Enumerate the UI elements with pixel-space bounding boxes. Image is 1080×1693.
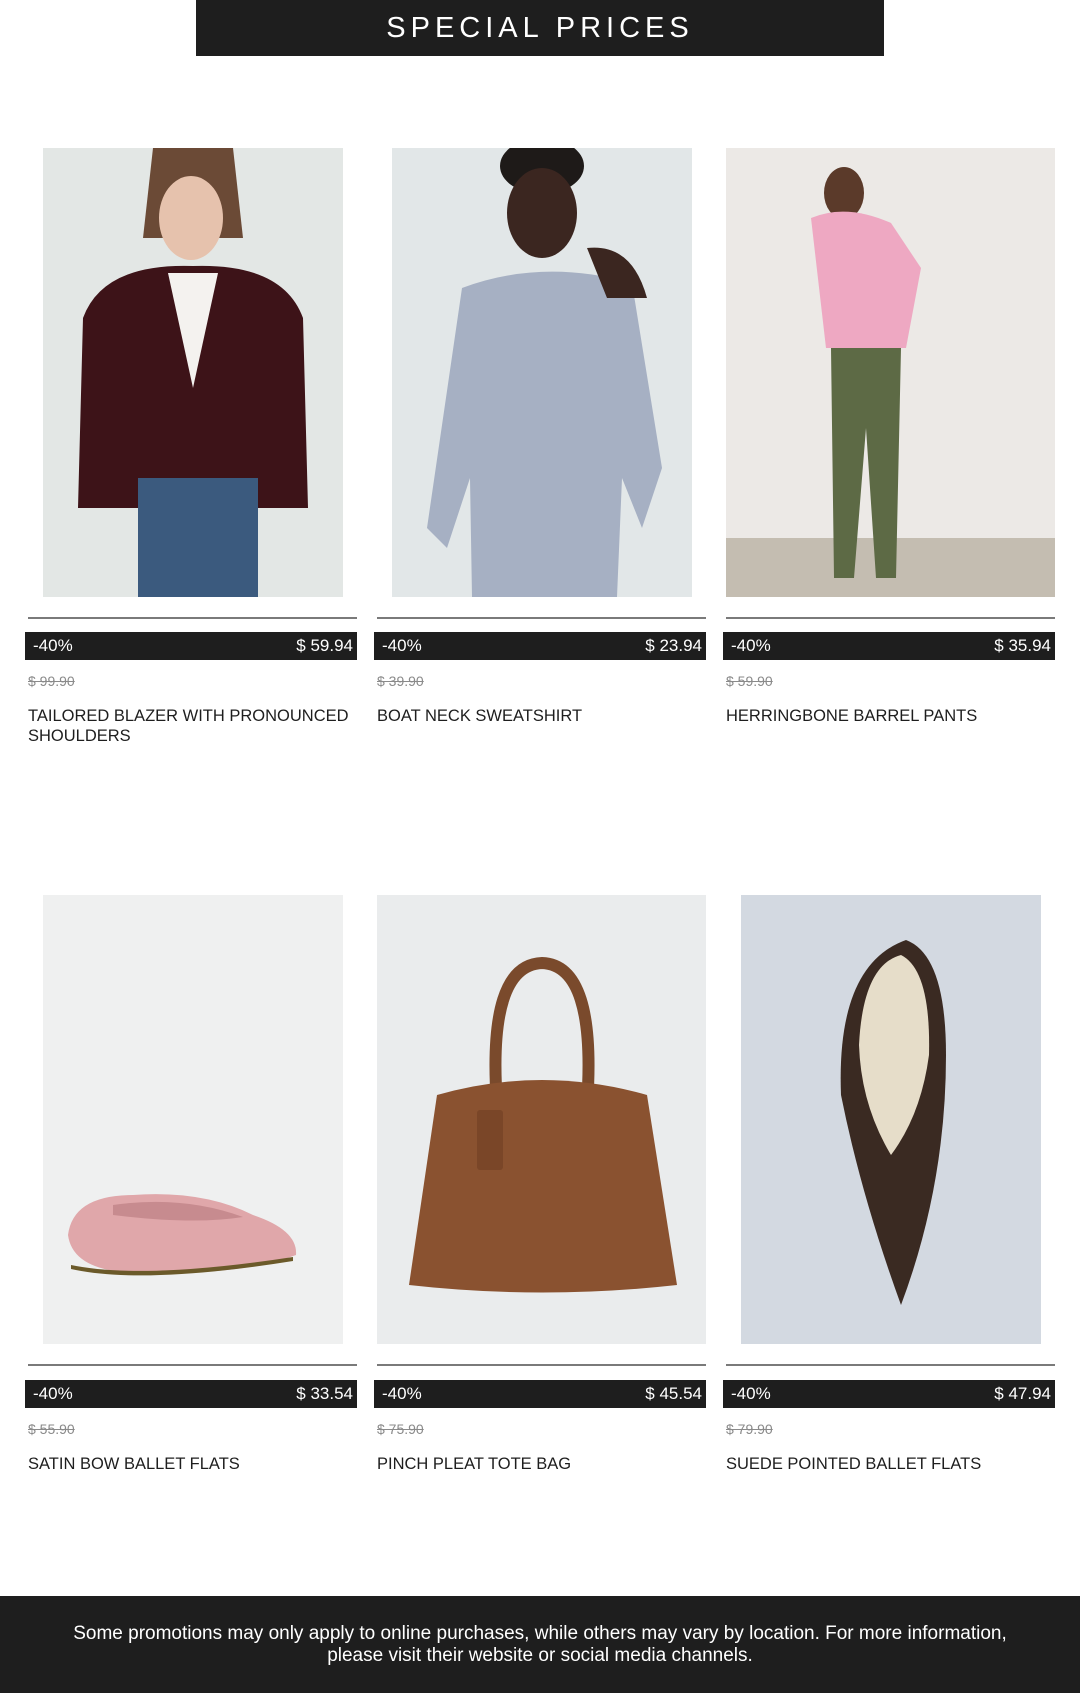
original-price: $ 79.90 <box>726 1421 773 1437</box>
price-bar: -40% $ 47.94 <box>723 1380 1055 1408</box>
product-image[interactable] <box>741 895 1041 1344</box>
discount-badge: -40% <box>731 636 771 655</box>
product-image[interactable] <box>392 148 692 597</box>
disclaimer-text: Some promotions may only apply to online… <box>73 1622 1007 1666</box>
discount-badge: -40% <box>731 1384 771 1403</box>
sale-price: $ 35.94 <box>994 636 1051 655</box>
sweatshirt-model-image <box>392 148 692 597</box>
pants-model-image <box>726 148 1055 597</box>
divider <box>28 1364 357 1366</box>
price-bar: -40% $ 23.94 <box>374 632 706 660</box>
original-price: $ 55.90 <box>28 1421 75 1437</box>
sale-price: $ 59.94 <box>296 636 353 655</box>
product-name[interactable]: SUEDE POINTED BALLET FLATS <box>726 1454 1055 1474</box>
original-price: $ 99.90 <box>28 673 75 689</box>
product-image[interactable] <box>43 148 343 597</box>
brown-tote-bag-image <box>377 895 706 1344</box>
promotions-disclaimer: Some promotions may only apply to online… <box>0 1596 1080 1693</box>
pink-ballet-flat-image <box>43 895 343 1344</box>
price-bar: -40% $ 35.94 <box>723 632 1055 660</box>
price-bar: -40% $ 45.54 <box>374 1380 706 1408</box>
divider <box>377 1364 706 1366</box>
product-image[interactable] <box>43 895 343 1344</box>
sale-price: $ 23.94 <box>645 636 702 655</box>
product-name[interactable]: PINCH PLEAT TOTE BAG <box>377 1454 706 1474</box>
discount-badge: -40% <box>33 636 73 655</box>
suede-pointed-flat-image <box>741 895 1041 1344</box>
product-image[interactable] <box>377 895 706 1344</box>
price-bar: -40% $ 33.54 <box>25 1380 357 1408</box>
divider <box>726 617 1055 619</box>
page-title: SPECIAL PRICES <box>386 11 694 44</box>
divider <box>377 617 706 619</box>
product-name[interactable]: BOAT NECK SWEATSHIRT <box>377 706 706 726</box>
special-prices-banner: SPECIAL PRICES <box>196 0 884 56</box>
product-name[interactable]: HERRINGBONE BARREL PANTS <box>726 706 1055 726</box>
divider <box>28 617 357 619</box>
discount-badge: -40% <box>382 636 422 655</box>
sale-price: $ 33.54 <box>296 1384 353 1403</box>
product-image[interactable] <box>726 148 1055 597</box>
divider <box>726 1364 1055 1366</box>
original-price: $ 59.90 <box>726 673 773 689</box>
original-price: $ 75.90 <box>377 1421 424 1437</box>
blazer-model-image <box>43 148 343 597</box>
original-price: $ 39.90 <box>377 673 424 689</box>
sale-price: $ 45.54 <box>645 1384 702 1403</box>
discount-badge: -40% <box>382 1384 422 1403</box>
price-bar: -40% $ 59.94 <box>25 632 357 660</box>
discount-badge: -40% <box>33 1384 73 1403</box>
product-name[interactable]: TAILORED BLAZER WITH PRONOUNCED SHOULDER… <box>28 706 357 746</box>
product-name[interactable]: SATIN BOW BALLET FLATS <box>28 1454 357 1474</box>
sale-price: $ 47.94 <box>994 1384 1051 1403</box>
